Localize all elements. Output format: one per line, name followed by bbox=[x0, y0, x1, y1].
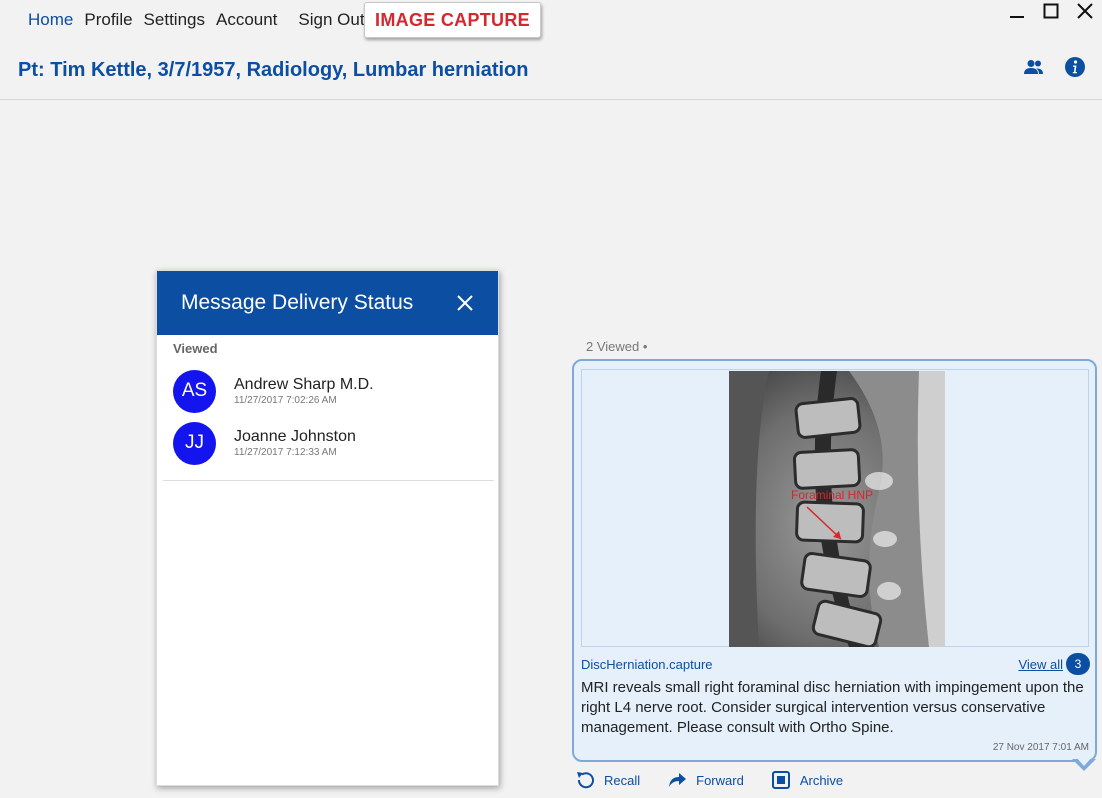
top-nav: Home Profile Settings Account Sign Out bbox=[28, 10, 376, 30]
forward-button[interactable]: Forward bbox=[666, 770, 744, 790]
bubble-tail bbox=[1072, 756, 1096, 771]
forward-icon bbox=[666, 770, 688, 790]
archive-label: Archive bbox=[799, 772, 844, 788]
header-icons bbox=[1024, 56, 1086, 83]
nav-account[interactable]: Account bbox=[216, 10, 277, 30]
message-bubble: Foraminal HNP DiscHerniation.capture Vie… bbox=[572, 359, 1097, 762]
recipient-name: Joanne Johnston bbox=[234, 428, 356, 445]
header-divider bbox=[0, 99, 1102, 100]
panel-title: Message Delivery Status bbox=[181, 291, 414, 314]
panel-header: Message Delivery Status bbox=[157, 271, 498, 335]
users-icon[interactable] bbox=[1024, 59, 1044, 80]
recall-icon bbox=[574, 770, 596, 790]
info-icon[interactable] bbox=[1064, 56, 1086, 83]
view-all-link[interactable]: View all bbox=[1018, 657, 1063, 672]
close-icon[interactable] bbox=[1074, 0, 1096, 22]
avatar: JJ bbox=[173, 421, 216, 465]
nav-sign-out[interactable]: Sign Out bbox=[298, 10, 364, 30]
viewed-count-note: 2 Viewed • bbox=[586, 339, 648, 354]
archive-icon bbox=[770, 770, 792, 790]
nav-profile[interactable]: Profile bbox=[84, 10, 132, 30]
nav-settings[interactable]: Settings bbox=[144, 10, 205, 30]
image-annotation-label: Foraminal HNP bbox=[791, 488, 873, 502]
avatar: AS bbox=[173, 369, 216, 413]
recall-button[interactable]: Recall bbox=[574, 770, 640, 790]
count-badge: 3 bbox=[1066, 653, 1090, 675]
window-controls bbox=[1006, 0, 1096, 22]
message-timestamp: 27 Nov 2017 7:01 AM bbox=[992, 742, 1089, 753]
message-text: MRI reveals small right foraminal disc h… bbox=[581, 679, 1084, 736]
recall-label: Recall bbox=[604, 772, 641, 788]
mri-image: Foraminal HNP bbox=[729, 371, 945, 647]
recipient-item[interactable]: JJ Joanne Johnston 11/27/2017 7:12:33 AM bbox=[173, 421, 498, 465]
archive-button[interactable]: Archive bbox=[770, 770, 843, 790]
recipient-time: 11/27/2017 7:02:26 AM bbox=[234, 395, 337, 406]
recipient-name: Andrew Sharp M.D. bbox=[234, 376, 374, 393]
image-attachment[interactable]: Foraminal HNP bbox=[581, 369, 1089, 647]
message-actions: Recall Forward Archive bbox=[574, 770, 869, 790]
maximize-icon[interactable] bbox=[1040, 0, 1062, 22]
forward-label: Forward bbox=[696, 772, 744, 788]
image-capture-button[interactable]: IMAGE CAPTURE bbox=[364, 2, 541, 38]
minimize-icon[interactable] bbox=[1006, 0, 1028, 22]
nav-home[interactable]: Home bbox=[28, 10, 73, 30]
section-label-viewed: Viewed bbox=[173, 341, 218, 356]
attachment-name[interactable]: DiscHerniation.capture bbox=[581, 657, 713, 672]
patient-title: Pt: Tim Kettle, 3/7/1957, Radiology, Lum… bbox=[18, 59, 529, 81]
recipient-item[interactable]: AS Andrew Sharp M.D. 11/27/2017 7:02:26 … bbox=[173, 369, 498, 413]
delivery-status-panel: Message Delivery Status Viewed AS Andrew… bbox=[156, 270, 499, 786]
close-icon[interactable] bbox=[454, 292, 476, 314]
recipient-time: 11/27/2017 7:12:33 AM bbox=[234, 447, 337, 458]
panel-divider bbox=[163, 480, 494, 481]
